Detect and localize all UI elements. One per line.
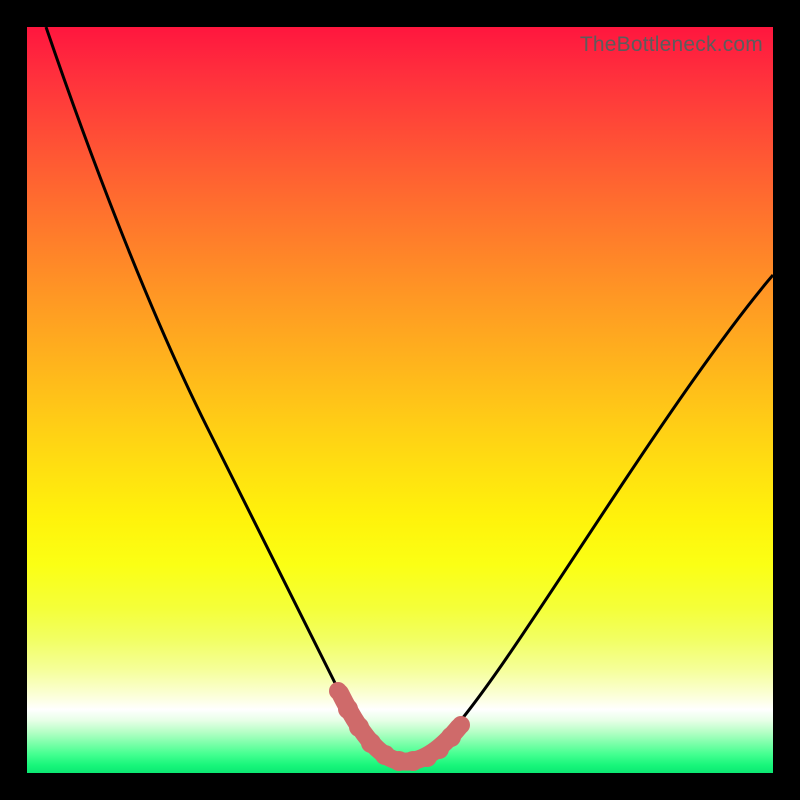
valley-markers: [329, 682, 470, 771]
bottleneck-curve: [46, 27, 773, 763]
watermark-text: TheBottleneck.com: [580, 33, 763, 57]
plot-area: TheBottleneck.com: [27, 27, 773, 773]
bottleneck-curve-svg: [27, 27, 773, 773]
chart-frame: TheBottleneck.com: [0, 0, 800, 800]
